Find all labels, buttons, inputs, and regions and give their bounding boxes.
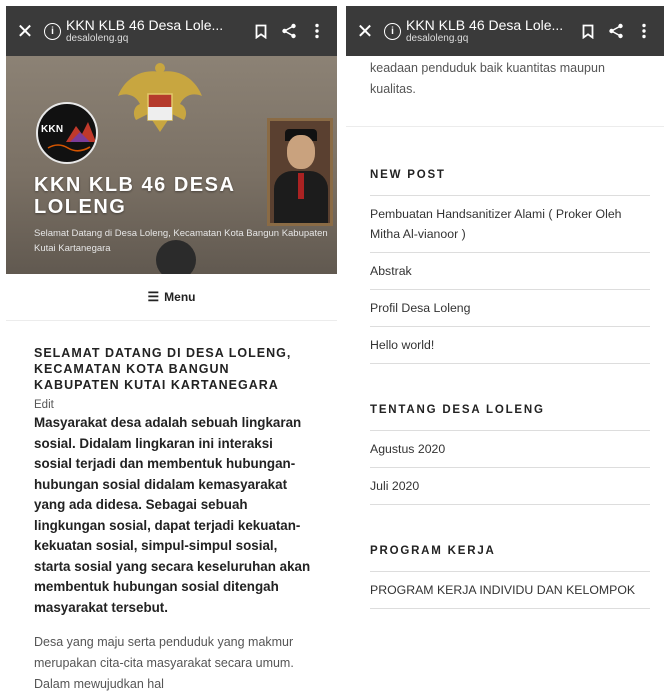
list-item[interactable]: Abstrak — [370, 253, 650, 290]
post-text-continuation: keadaan penduduk baik kuantitas maupun k… — [346, 56, 664, 127]
left-screen: ✕ i KKN KLB 46 Desa Lole... desaloleng.g… — [6, 6, 337, 696]
browser-top-bar: ✕ i KKN KLB 46 Desa Lole... desaloleng.g… — [6, 6, 337, 56]
share-icon[interactable] — [602, 23, 630, 39]
more-vert-icon[interactable] — [303, 23, 331, 39]
logo-text: KKN — [41, 124, 64, 135]
list-item[interactable]: Juli 2020 — [370, 468, 650, 505]
close-icon[interactable]: ✕ — [14, 19, 36, 44]
menu-toggle-button[interactable]: ☰ Menu — [6, 274, 337, 321]
info-icon[interactable]: i — [44, 22, 61, 40]
close-icon[interactable]: ✕ — [354, 19, 376, 44]
more-vert-icon[interactable] — [630, 23, 658, 39]
site-logo[interactable]: KKN — [36, 102, 98, 164]
list-item[interactable]: Profil Desa Loleng — [370, 290, 650, 327]
garuda-emblem-image — [118, 63, 202, 132]
logo-scribble-icon — [47, 144, 91, 152]
post-content: SELAMAT DATANG DI DESA LOLENG, KECAMATAN… — [6, 321, 337, 695]
sidebar-widgets: NEW POST Pembuatan Handsanitizer Alami (… — [346, 169, 664, 609]
page-title-text: KKN KLB 46 Desa Lole... — [406, 17, 564, 33]
edit-link[interactable]: Edit — [34, 399, 311, 411]
hamburger-icon: ☰ — [147, 289, 160, 304]
widget-tentang-desa: TENTANG DESA LOLENG Agustus 2020 Juli 20… — [370, 404, 650, 505]
widget-title: NEW POST — [370, 169, 446, 181]
post-lead-text: Masyarakat desa adalah sebuah lingkaran … — [34, 415, 311, 615]
browser-title-block[interactable]: KKN KLB 46 Desa Lole... desaloleng.gq — [406, 17, 574, 45]
menu-label: Menu — [164, 290, 196, 304]
widget-list: Agustus 2020 Juli 2020 — [370, 430, 650, 505]
widget-list: Pembuatan Handsanitizer Alami ( Proker O… — [370, 195, 650, 364]
list-item[interactable]: Hello world! — [370, 327, 650, 364]
header-hero-image: KKN KKN KLB 46 DESA LOLENG Selamat Datan… — [6, 56, 337, 274]
browser-title-block[interactable]: KKN KLB 46 Desa Lole... desaloleng.gq — [66, 17, 247, 45]
mountain-icon — [66, 122, 96, 142]
page-title-text: KKN KLB 46 Desa Lole... — [66, 17, 224, 33]
bookmark-icon[interactable] — [574, 24, 602, 39]
browser-top-bar: ✕ i KKN KLB 46 Desa Lole... desaloleng.g… — [346, 6, 664, 56]
site-title[interactable]: KKN KLB 46 DESA LOLENG — [34, 174, 324, 218]
post-paragraph: Desa yang maju serta penduduk yang makmu… — [34, 635, 294, 691]
widget-title: TENTANG DESA LOLENG — [370, 404, 545, 416]
page-url-text: desaloleng.gq — [66, 33, 129, 44]
share-icon[interactable] — [275, 23, 303, 39]
widget-program-kerja: PROGRAM KERJA PROGRAM KERJA INDIVIDU DAN… — [370, 545, 650, 609]
widget-list: PROGRAM KERJA INDIVIDU DAN KELOMPOK — [370, 571, 650, 609]
list-item[interactable]: Agustus 2020 — [370, 431, 650, 468]
page-url-text: desaloleng.gq — [406, 33, 469, 44]
right-screen: ✕ i KKN KLB 46 Desa Lole... desaloleng.g… — [346, 6, 664, 696]
list-item[interactable]: Pembuatan Handsanitizer Alami ( Proker O… — [370, 196, 650, 253]
list-item[interactable]: PROGRAM KERJA INDIVIDU DAN KELOMPOK — [370, 572, 650, 609]
widget-new-post: NEW POST Pembuatan Handsanitizer Alami (… — [370, 169, 650, 364]
bookmark-icon[interactable] — [247, 24, 275, 39]
widget-title: PROGRAM KERJA — [370, 545, 496, 557]
site-description: Selamat Datang di Desa Loleng, Kecamatan… — [34, 228, 328, 254]
info-icon[interactable]: i — [384, 22, 401, 40]
post-title: SELAMAT DATANG DI DESA LOLENG, KECAMATAN… — [34, 346, 292, 392]
